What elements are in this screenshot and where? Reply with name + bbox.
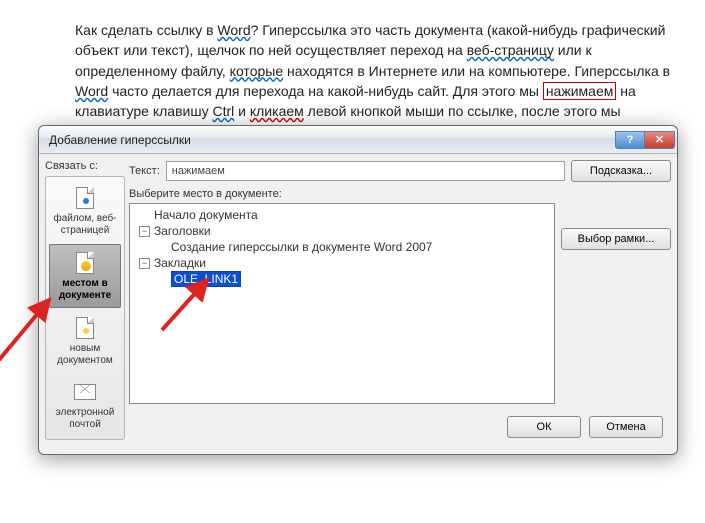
connect-with-label: Связать с: [45,160,107,172]
ok-button[interactable]: ОК [507,416,581,438]
help-button[interactable]: ? [615,131,645,149]
document-places-tree[interactable]: Начало документа −Заголовки Создание гип… [129,203,555,404]
display-text-input[interactable] [166,161,565,181]
close-button[interactable]: ✕ [645,131,675,149]
place-in-doc-icon [73,251,97,275]
screentip-button[interactable]: Подсказка... [571,160,671,182]
collapse-icon[interactable]: − [139,258,150,269]
tree-bookmarks-node[interactable]: −Закладки [133,255,551,271]
tree-bookmark-item[interactable]: OLE_LINK1 [133,271,551,287]
cancel-button[interactable]: Отмена [589,416,663,438]
sidebar-label: файлом, веб-страницей [51,213,119,236]
dialog-titlebar[interactable]: Добавление гиперссылки ? ✕ [39,126,677,154]
link-target-sidebar: файлом, веб-страницей местом в документе… [45,176,125,440]
tree-root-node[interactable]: Начало документа [133,207,551,223]
insert-hyperlink-dialog: Добавление гиперссылки ? ✕ Связать с: фа… [38,125,678,455]
sidebar-item-file-web[interactable]: файлом, веб-страницей [49,180,121,242]
select-place-label: Выберите место в документе: [129,188,555,200]
sidebar-item-place-in-doc[interactable]: местом в документе [49,244,121,308]
text-label: Текст: [129,165,160,177]
file-web-icon [73,186,97,210]
email-icon [73,380,97,404]
sidebar-label: местом в документе [52,278,118,301]
sidebar-label: электронной почтой [51,407,119,430]
sidebar-item-email[interactable]: электронной почтой [49,374,121,436]
tree-heading-item[interactable]: Создание гиперссылки в документе Word 20… [133,239,551,255]
tree-headings-node[interactable]: −Заголовки [133,223,551,239]
sidebar-label: новым документом [51,343,119,366]
dialog-title: Добавление гиперссылки [49,133,615,147]
document-paragraph: Как сделать ссылку в Word? Гиперссылка э… [0,0,705,142]
sidebar-item-new-doc[interactable]: новым документом [49,310,121,372]
collapse-icon[interactable]: − [139,226,150,237]
target-frame-button[interactable]: Выбор рамки... [561,228,671,250]
new-doc-icon [73,316,97,340]
